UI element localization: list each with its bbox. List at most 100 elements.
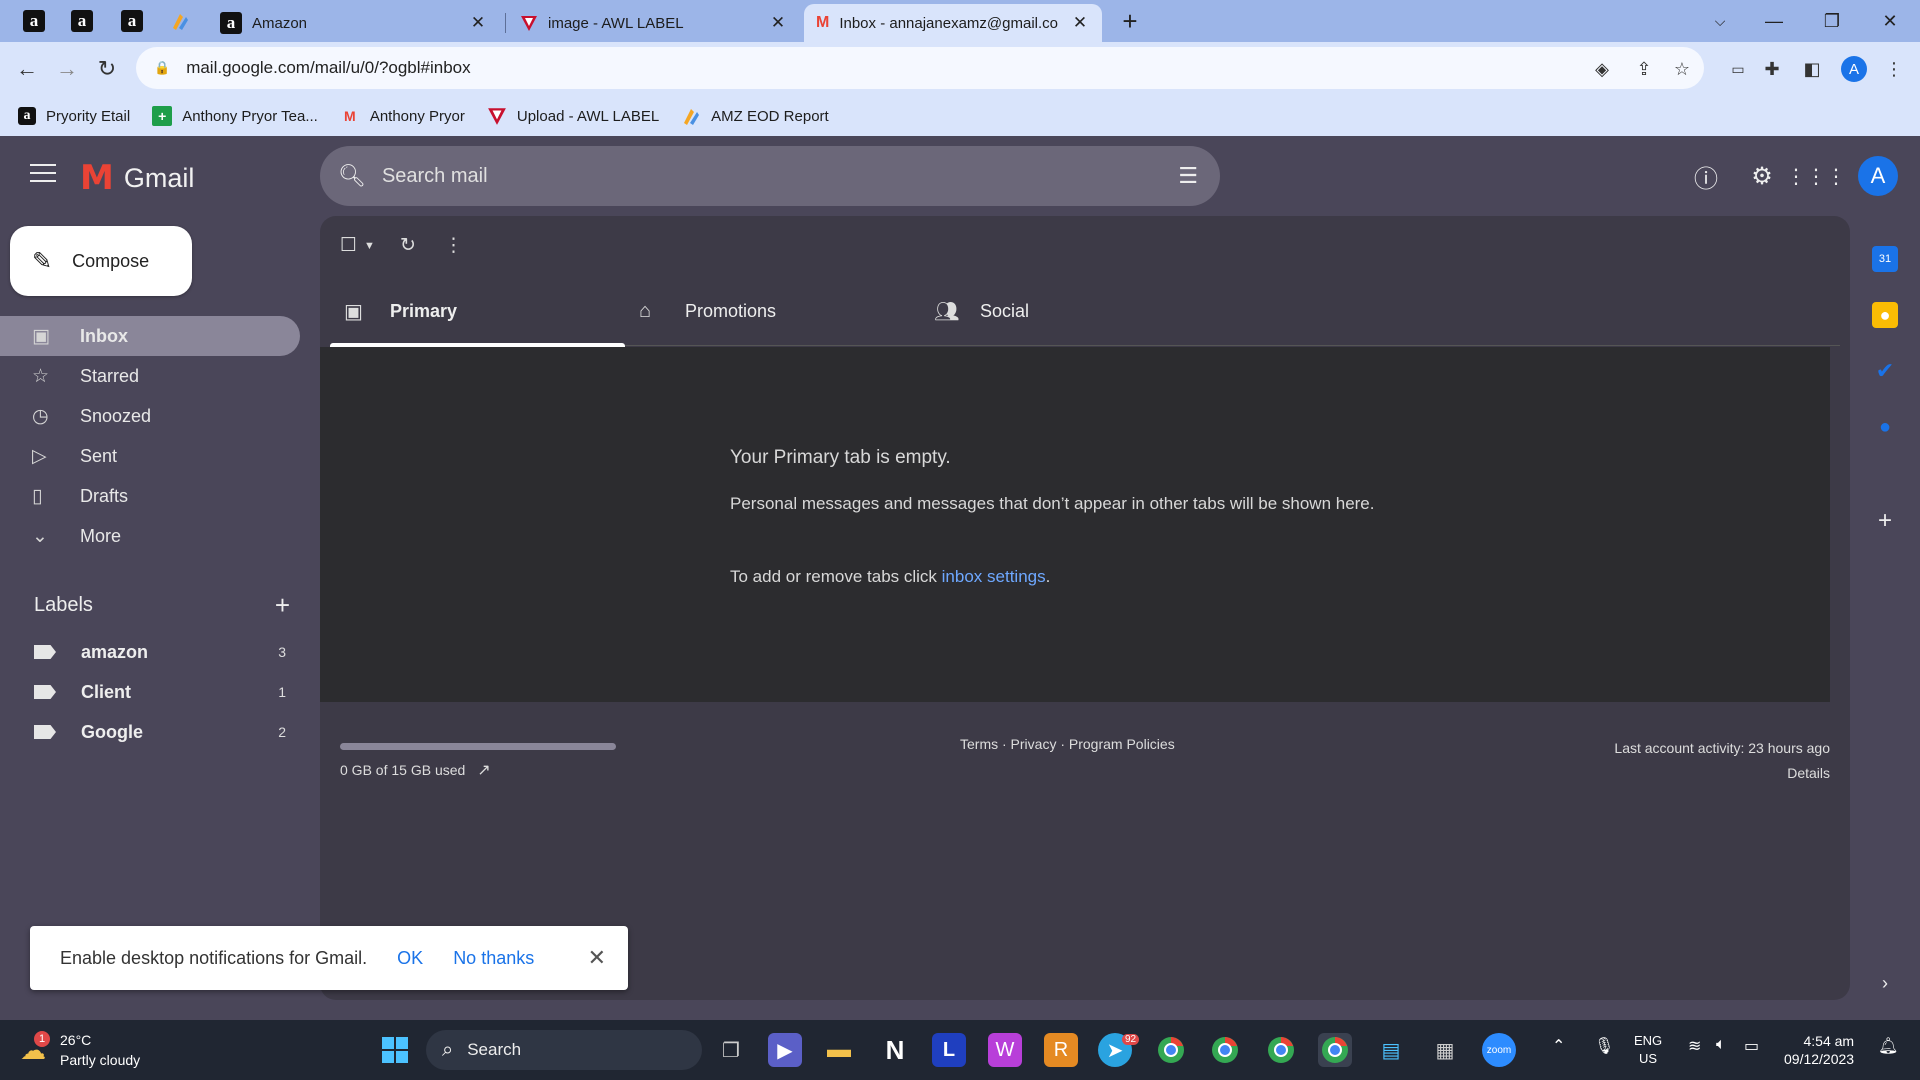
tasks-icon[interactable]: ✔ [1872, 358, 1898, 384]
search-icon[interactable]: 🔍︎ [338, 163, 366, 189]
system-clock[interactable]: 4:54 am 09/12/2023 [1784, 1032, 1854, 1068]
details-link[interactable]: Details [1614, 761, 1830, 786]
close-icon[interactable]: ✕ [768, 13, 788, 33]
browser-menu-icon[interactable]: ⋮ [1880, 55, 1908, 83]
lens-icon[interactable]: ◈ [1588, 55, 1616, 83]
select-dropdown-icon[interactable]: ▼ [364, 240, 375, 252]
help-icon[interactable]: ⓘ [1688, 158, 1724, 194]
label-client[interactable]: Client 1 [0, 672, 300, 712]
tab-awl-label[interactable]: image - AWL LABEL ✕ [508, 4, 800, 42]
bookmark-amz-eod-report[interactable]: AMZ EOD Report [681, 106, 829, 126]
bookmark-anthony-pryor[interactable]: M Anthony Pryor [340, 106, 465, 126]
more-actions-icon[interactable]: ⋮ [444, 234, 463, 257]
weather-widget[interactable]: ☁ 1 26°C Partly cloudy [20, 1030, 140, 1070]
select-checkbox[interactable]: ☐ [340, 234, 357, 257]
lock-icon[interactable]: 🔒 [154, 60, 170, 76]
contacts-icon[interactable]: ● [1872, 414, 1898, 440]
amazon-icon: a [220, 12, 242, 34]
pinned-tab-amz-eod[interactable] [162, 6, 198, 36]
notification-ok-button[interactable]: OK [397, 948, 423, 969]
microphone-icon[interactable]: 🎙︎ [1594, 1036, 1614, 1056]
settings-gear-icon[interactable]: ⚙ [1744, 158, 1780, 194]
profile-avatar[interactable]: A [1840, 55, 1868, 83]
bookmark-upload-awl-label[interactable]: Upload - AWL LABEL [487, 106, 659, 126]
refresh-icon[interactable]: ↻ [400, 234, 416, 257]
windows-start-icon[interactable] [378, 1033, 412, 1067]
calculator-icon[interactable]: ▦ [1428, 1033, 1462, 1067]
nav-snoozed[interactable]: ◷ Snoozed [0, 396, 300, 436]
share-icon[interactable]: ⇪ [1630, 55, 1658, 83]
label-amazon[interactable]: amazon 3 [0, 632, 300, 672]
pinned-tab-amazon-1[interactable]: a [16, 6, 52, 36]
restore-icon[interactable]: ❐ [1810, 6, 1854, 36]
chrome-profile-1-icon[interactable] [1154, 1033, 1188, 1067]
back-icon[interactable]: ← [12, 54, 42, 84]
tab-social[interactable]: 👥︎ Social [920, 276, 1215, 346]
tab-promotions[interactable]: ⌂ Promotions [625, 276, 920, 346]
window-close-icon[interactable]: ✕ [1868, 6, 1912, 36]
nav-more[interactable]: ⌄ More [0, 516, 300, 556]
bookmark-star-icon[interactable]: ☆ [1668, 55, 1696, 83]
taskbar-search[interactable]: ⌕ Search [426, 1030, 702, 1070]
close-icon[interactable]: ✕ [1070, 13, 1090, 33]
label-google[interactable]: Google 2 [0, 712, 300, 752]
search-options-icon[interactable]: ☰ [1178, 163, 1198, 189]
nav-starred[interactable]: ☆ Starred [0, 356, 300, 396]
language-indicator[interactable]: ENG US [1634, 1032, 1662, 1068]
nav-drafts[interactable]: ▯ Drafts [0, 476, 300, 516]
create-label-icon[interactable]: + [275, 590, 290, 621]
main-menu-icon[interactable] [30, 164, 56, 186]
calendar-icon[interactable]: 31 [1872, 246, 1898, 272]
chrome-active-icon[interactable] [1318, 1033, 1352, 1067]
inbox-settings-link[interactable]: inbox settings [942, 567, 1046, 586]
file-explorer-icon[interactable]: ▬ [822, 1033, 856, 1067]
close-icon[interactable]: ✕ [468, 13, 488, 33]
tab-amazon[interactable]: a Amazon ✕ [208, 4, 500, 42]
extensions-puzzle-icon[interactable]: ✚ [1758, 55, 1786, 83]
omnibox[interactable]: 🔒 mail.google.com/mail/u/0/?ogbl#inbox [136, 47, 1704, 89]
r-app-icon[interactable]: R [1044, 1033, 1078, 1067]
teams-chat-icon[interactable]: ▶ [768, 1033, 802, 1067]
search-mail-input[interactable]: 🔍︎ Search mail ☰ [320, 146, 1220, 206]
notification-no-thanks-button[interactable]: No thanks [453, 948, 534, 969]
pinned-tab-amazon-3[interactable]: a [114, 6, 150, 36]
notepad-icon[interactable]: ▤ [1374, 1033, 1408, 1067]
show-hidden-icons-chevron[interactable]: ⌃ [1552, 1036, 1565, 1056]
chrome-profile-3-icon[interactable] [1264, 1033, 1298, 1067]
minimize-icon[interactable]: — [1752, 6, 1796, 36]
reload-icon[interactable]: ↻ [92, 54, 122, 84]
extension-off-icon[interactable]: ▭ [1724, 55, 1752, 83]
tab-search-icon[interactable]: ⌵ [1698, 6, 1742, 36]
side-panel-icon[interactable]: ◧ [1798, 55, 1826, 83]
get-addons-icon[interactable]: + [1872, 507, 1898, 534]
hide-side-panel-icon[interactable]: › [1872, 970, 1898, 996]
compose-button[interactable]: ✎ Compose [10, 226, 192, 296]
pinned-tab-amazon-2[interactable]: a [64, 6, 100, 36]
chrome-profile-2-icon[interactable] [1208, 1033, 1242, 1067]
close-icon[interactable]: ✕ [588, 945, 606, 971]
wifi-icon[interactable]: ≋ [1688, 1036, 1701, 1056]
zoom-icon[interactable]: zoom [1482, 1033, 1516, 1067]
bookmark-anthony-pryor-tea[interactable]: + Anthony Pryor Tea... [152, 106, 318, 126]
new-tab-button[interactable]: + [1108, 6, 1152, 36]
wps-icon[interactable]: W [988, 1033, 1022, 1067]
account-avatar[interactable]: A [1856, 154, 1900, 198]
volume-icon[interactable]: 🔈︎ [1716, 1036, 1726, 1054]
apps-grid-icon[interactable]: ⋮⋮⋮ [1786, 158, 1846, 194]
policy-links[interactable]: Terms · Privacy · Program Policies [960, 736, 1175, 752]
nav-inbox[interactable]: ▣ Inbox [0, 316, 300, 356]
forward-icon[interactable]: → [52, 54, 82, 84]
notion-icon[interactable]: N [878, 1033, 912, 1067]
open-external-icon[interactable]: ↗ [477, 760, 490, 780]
gmail-header: M Gmail 🔍︎ Search mail ☰ ⓘ ⚙ ⋮⋮⋮ A [0, 136, 1920, 216]
nav-sent[interactable]: ▷ Sent [0, 436, 300, 476]
bookmark-pryority-etail[interactable]: a Pryority Etail [18, 107, 130, 125]
gmail-logo[interactable]: M Gmail [80, 158, 194, 198]
task-view-icon[interactable]: ❐ [714, 1033, 748, 1067]
l-app-icon[interactable]: L [932, 1033, 966, 1067]
tab-primary[interactable]: ▣ Primary [330, 276, 625, 347]
battery-icon[interactable]: ▭ [1744, 1036, 1759, 1056]
tab-gmail-inbox[interactable]: M Inbox - annajanexamz@gmail.co ✕ [804, 4, 1102, 42]
keep-icon[interactable]: ● [1872, 302, 1898, 328]
notification-bell-icon[interactable]: 🔔︎ [1878, 1036, 1898, 1056]
